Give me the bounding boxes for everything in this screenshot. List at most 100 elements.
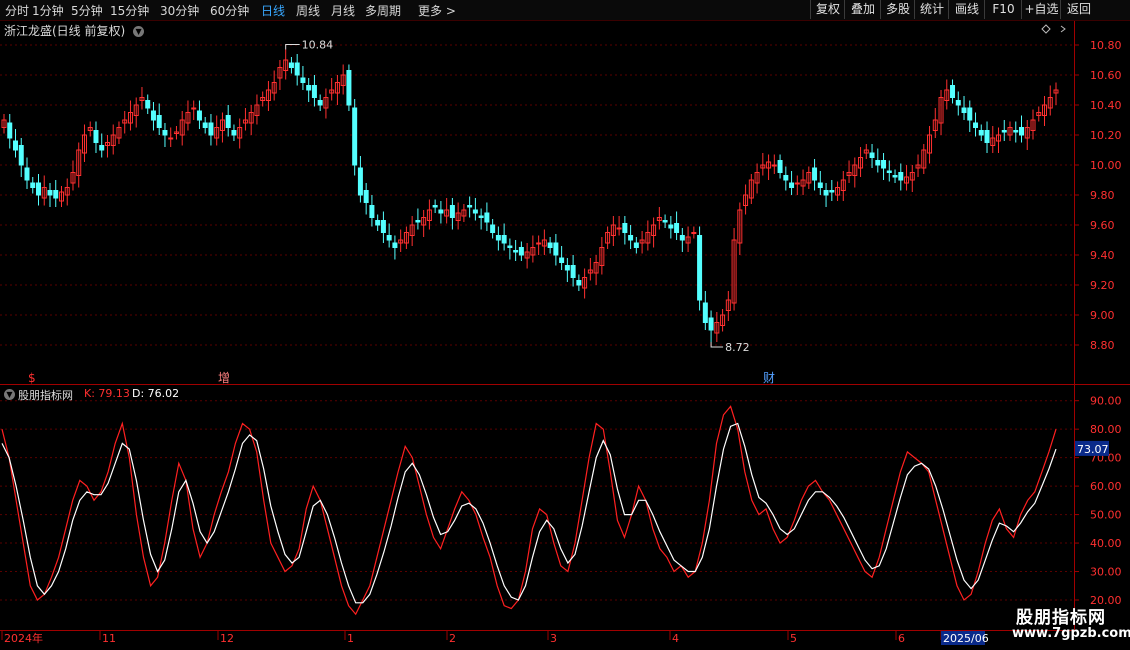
k-value-label: K: 79.13 xyxy=(84,387,130,400)
date-label: 4 xyxy=(672,632,679,645)
candle-body xyxy=(553,242,559,256)
candle-body xyxy=(898,172,904,181)
candle-body xyxy=(311,85,317,98)
indicator-tick-label: 30.00 xyxy=(1090,566,1122,579)
high-marker-line xyxy=(285,44,300,50)
candle-body xyxy=(1019,127,1025,136)
candle-body xyxy=(794,182,800,185)
toolbar-button-5[interactable]: F10 xyxy=(984,0,1022,19)
candle-body xyxy=(869,152,875,158)
candle-body xyxy=(513,250,519,253)
period-tab-0[interactable]: 分时 xyxy=(5,2,29,19)
candle-body xyxy=(668,224,674,229)
candle-body xyxy=(576,280,582,286)
toolbar-button-6[interactable]: +自选 xyxy=(1021,0,1061,19)
candle-body xyxy=(973,122,979,128)
candle-body xyxy=(961,107,967,113)
toolbar-button-7[interactable]: 返回 xyxy=(1060,0,1097,19)
candle-body xyxy=(449,205,455,218)
candle-body xyxy=(363,190,369,203)
candle-body xyxy=(294,62,300,76)
candle-body xyxy=(812,167,818,181)
candle-body xyxy=(357,167,363,196)
candle-body xyxy=(547,242,553,248)
candle-body xyxy=(12,140,18,151)
watermark-url: www.7gpzb.com xyxy=(1012,626,1130,641)
candlestick-series xyxy=(1,49,1059,342)
period-tab-2[interactable]: 5分钟 xyxy=(71,2,103,19)
period-tab-3[interactable]: 15分钟 xyxy=(110,2,149,19)
period-tab-8[interactable]: 月线 xyxy=(331,2,355,19)
diamond-icon[interactable] xyxy=(1041,24,1051,34)
candle-body xyxy=(375,220,381,226)
candle-body xyxy=(495,235,501,241)
price-tick-label: 10.80 xyxy=(1090,39,1122,52)
period-tab-4[interactable]: 30分钟 xyxy=(160,2,199,19)
indicator-tick-label: 40.00 xyxy=(1090,537,1122,550)
date-label: 1 xyxy=(347,632,354,645)
period-tab-9[interactable]: 多周期 xyxy=(365,2,401,19)
candle-body xyxy=(306,85,312,91)
stock-title-text: 浙江龙盛(日线 前复权) xyxy=(4,24,126,38)
chart-canvas[interactable]: 10.80 10.60 10.40 10.20 10.00 9.80 9.60 9.40 9.2… xyxy=(0,0,1130,650)
stock-title[interactable]: 浙江龙盛(日线 前复权) ▼ xyxy=(4,22,145,39)
price-tick-label: 9.20 xyxy=(1090,279,1115,292)
indicator-name[interactable]: 股朋指标网 xyxy=(18,387,73,403)
toolbar-button-4[interactable]: 画线 xyxy=(948,0,985,19)
candle-body xyxy=(225,115,231,128)
price-annotations: 10.84 8.72 $ 增 财 xyxy=(28,39,775,386)
toolbar-button-1[interactable]: 叠加 xyxy=(844,0,881,19)
candle-body xyxy=(950,85,956,98)
candle-body xyxy=(317,100,323,106)
candle-body xyxy=(955,100,961,106)
chevron-right-icon[interactable] xyxy=(1060,25,1066,33)
candle-body xyxy=(380,220,386,233)
date-label: 6 xyxy=(898,632,905,645)
period-tab-7[interactable]: 周线 xyxy=(296,2,320,19)
candle-body xyxy=(352,107,358,166)
price-tick-label: 10.40 xyxy=(1090,99,1122,112)
toolbar-button-3[interactable]: 统计 xyxy=(914,0,949,19)
watermark-site-name: 股朋指标网 xyxy=(1016,608,1106,628)
toolbar-button-0[interactable]: 复权 xyxy=(810,0,845,19)
chevron-down-icon[interactable]: ▼ xyxy=(133,26,145,37)
event-marker: 增 xyxy=(218,371,230,385)
candle-body xyxy=(570,265,576,278)
candle-body xyxy=(478,215,484,218)
candle-body xyxy=(892,175,898,178)
candle-body xyxy=(697,235,703,301)
candle-body xyxy=(662,220,668,223)
candle-body xyxy=(288,62,294,68)
candle-body xyxy=(156,115,162,128)
candle-body xyxy=(467,205,473,208)
candle-body xyxy=(369,205,375,218)
candle-body xyxy=(35,182,41,196)
candle-body xyxy=(875,160,881,166)
candle-body xyxy=(886,170,892,173)
candle-body xyxy=(7,122,13,139)
period-tab-6[interactable]: 日线 xyxy=(261,2,285,19)
indicator-tick-label: 80.00 xyxy=(1090,423,1122,436)
price-tick-label: 9.80 xyxy=(1090,189,1115,202)
indicator-collapse-icon[interactable]: ▼ xyxy=(4,387,15,400)
candle-body xyxy=(438,209,444,214)
candle-body xyxy=(978,130,984,136)
candle-body xyxy=(300,77,306,83)
event-marker: 财 xyxy=(763,371,775,385)
candle-body xyxy=(168,137,174,140)
price-grid xyxy=(0,44,1074,346)
price-tick-label: 10.60 xyxy=(1090,69,1122,82)
toolbar-button-2[interactable]: 多股 xyxy=(880,0,915,19)
candle-body xyxy=(622,223,628,233)
date-label: 11 xyxy=(102,632,116,645)
period-tab-5[interactable]: 60分钟 xyxy=(210,2,249,19)
event-marker: $ xyxy=(28,371,36,385)
period-tab-10[interactable]: 更多 > xyxy=(418,2,456,19)
candle-body xyxy=(191,107,197,110)
candle-body xyxy=(783,175,789,181)
period-tab-1[interactable]: 1分钟 xyxy=(32,2,64,19)
price-axis: 10.80 10.60 10.40 10.20 10.00 9.80 9.60 9.40 9.2… xyxy=(1074,39,1122,352)
price-tick-label: 8.80 xyxy=(1090,339,1115,352)
candle-body xyxy=(196,110,202,121)
candle-body xyxy=(536,242,542,245)
